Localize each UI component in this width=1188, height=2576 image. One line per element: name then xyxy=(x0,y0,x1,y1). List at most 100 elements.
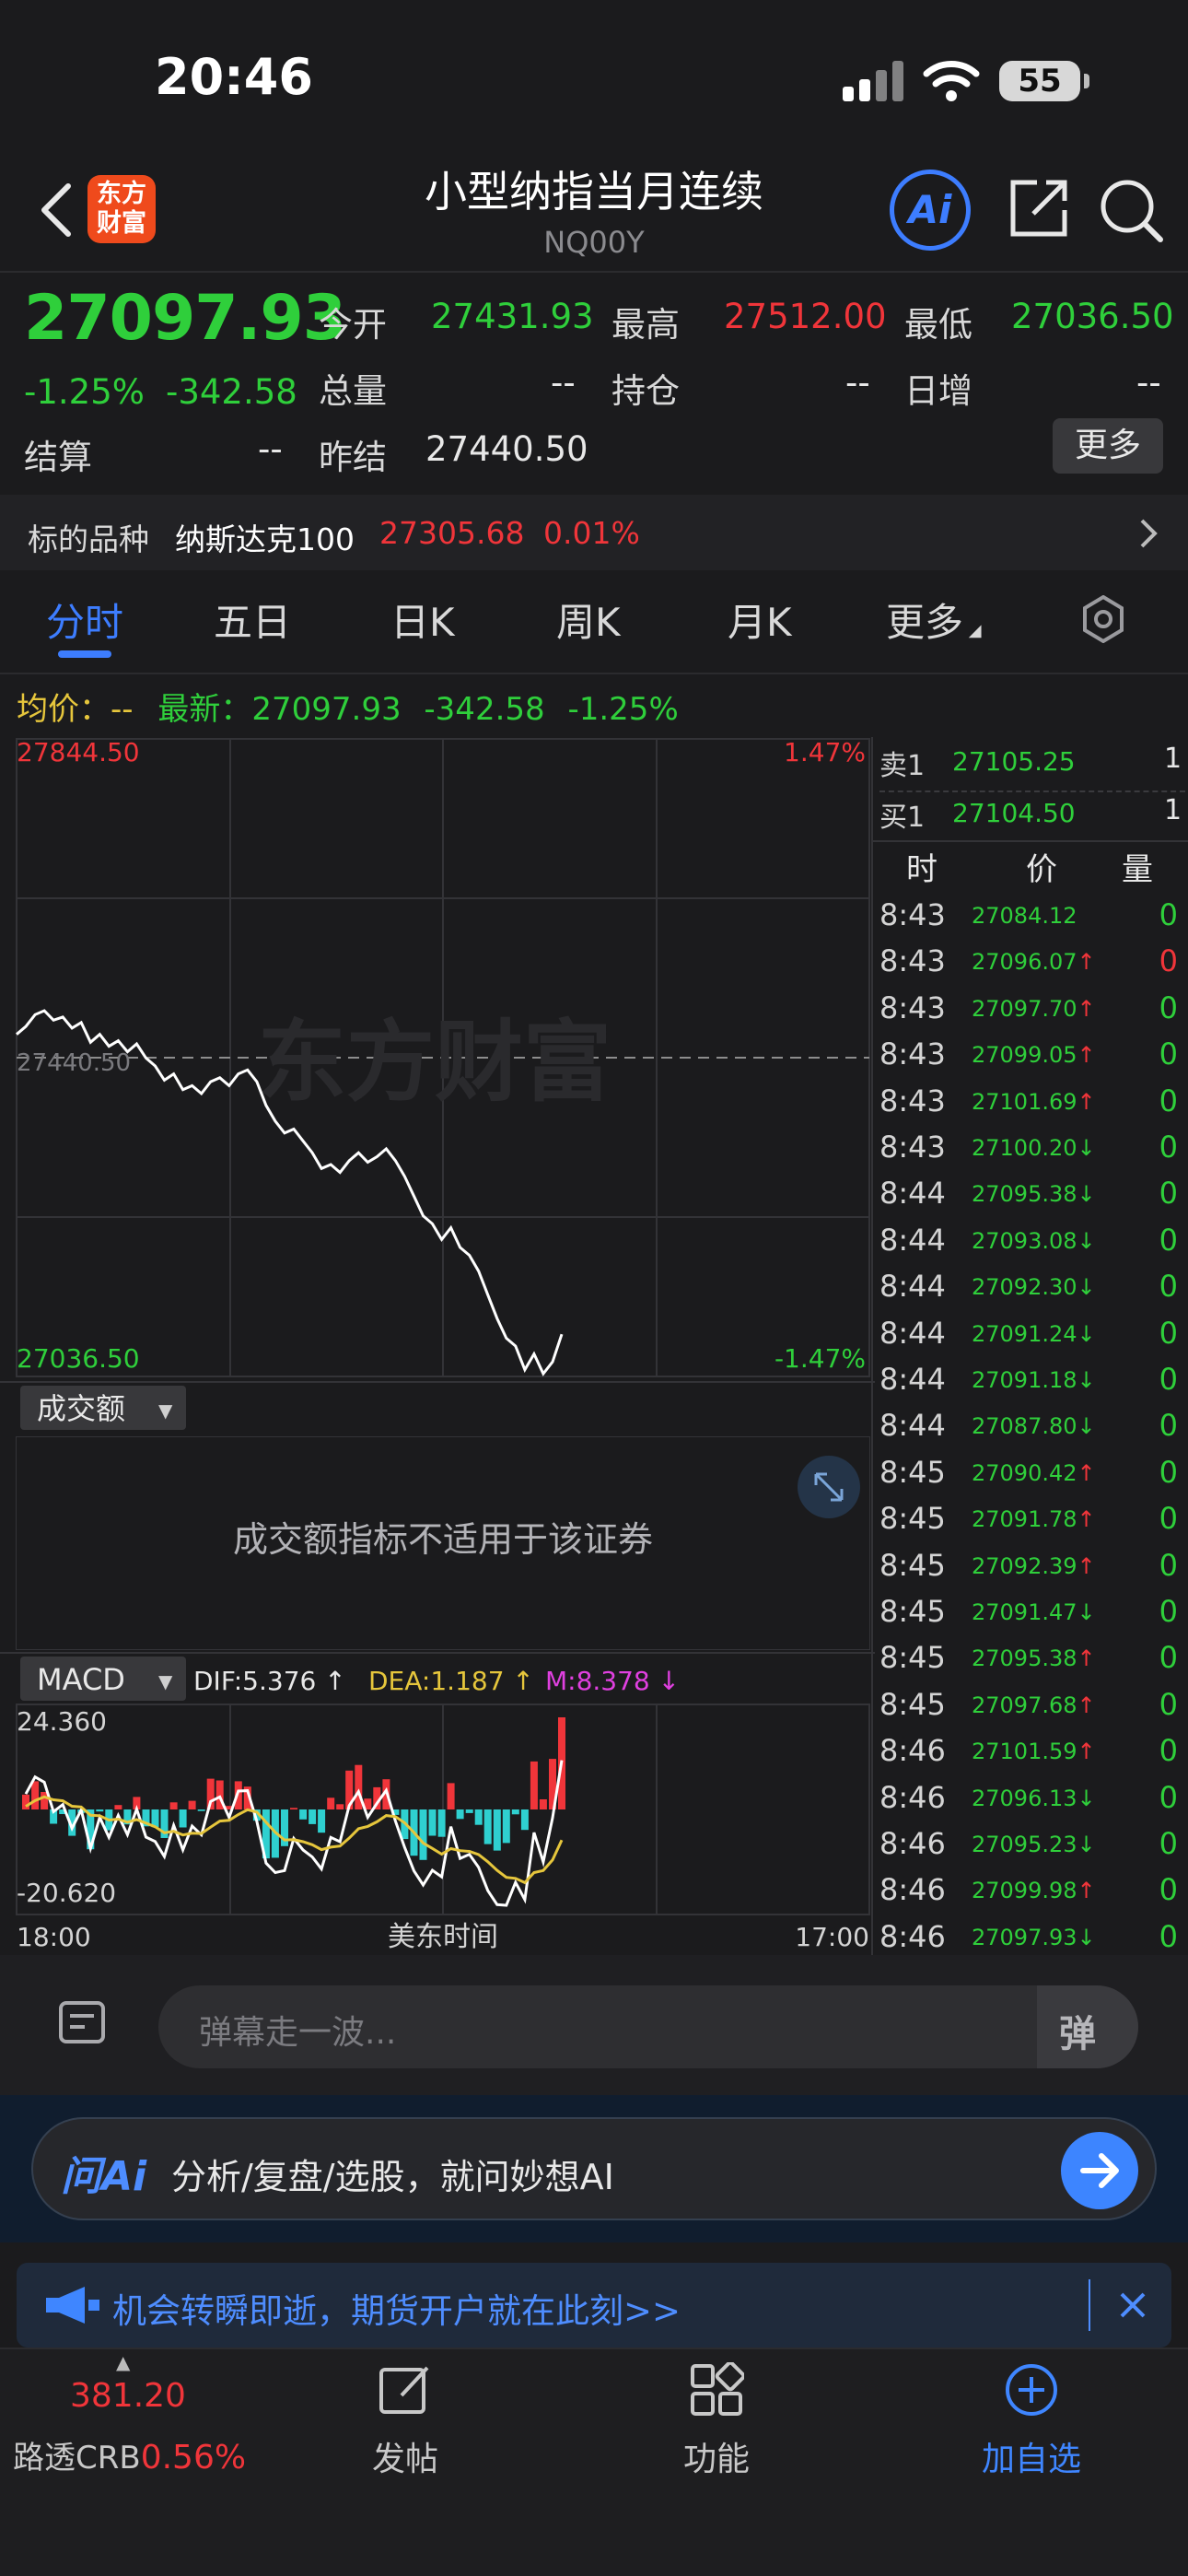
macd-bar xyxy=(336,1804,344,1809)
tick-time: 8:43 xyxy=(879,943,946,979)
tab-intraday[interactable]: 分时 xyxy=(46,591,123,648)
post-icon[interactable] xyxy=(378,2362,433,2418)
tick-row: 8:44 27091.18↓ 0 xyxy=(879,1356,1185,1402)
add-watchlist-icon[interactable] xyxy=(1004,2362,1059,2418)
ai-send-button[interactable] xyxy=(1061,2132,1138,2209)
index-ticker[interactable]: 路透CRB0.56% xyxy=(13,2432,246,2477)
macd-bar xyxy=(539,1799,547,1809)
tick-time: 8:45 xyxy=(879,1454,946,1490)
macd-bar xyxy=(483,1809,492,1844)
tick-volume: 0 xyxy=(1159,1362,1178,1397)
ticks-col-time: 时 xyxy=(906,851,938,888)
volume-message: 成交额指标不适用于该证券 xyxy=(233,1519,653,1560)
intraday-chart[interactable]: 东方财富 27844.50 1.47% 27440.50 27036.50 -1… xyxy=(0,733,875,1955)
tick-row: 8:44 27087.80↓ 0 xyxy=(879,1402,1185,1448)
tick-row: 8:43 27100.20↓ 0 xyxy=(879,1124,1185,1170)
tick-row: 8:46 27095.23↓ 0 xyxy=(879,1821,1185,1867)
share-icon[interactable] xyxy=(1006,175,1072,241)
settings-gear-icon[interactable] xyxy=(1079,595,1127,643)
high-value: 27512.00 xyxy=(724,297,887,336)
ai-ask-input[interactable]: 问Ai 分析/复盘/选股，就问妙想AI xyxy=(31,2117,1157,2220)
tick-volume: 0 xyxy=(1159,1315,1178,1351)
tick-volume: 0 xyxy=(1159,1594,1178,1629)
tick-price: 27092.39↑ xyxy=(972,1552,1096,1579)
arrow-right-icon xyxy=(1080,2153,1119,2188)
tick-price: 27093.08↓ xyxy=(972,1227,1096,1254)
tick-price: 27099.98↑ xyxy=(972,1878,1096,1904)
tick-price: 27097.93↓ xyxy=(972,1924,1096,1950)
close-icon[interactable] xyxy=(1116,2289,1149,2322)
megaphone-icon xyxy=(46,2287,99,2324)
tick-volume: 0 xyxy=(1159,1547,1178,1583)
function-label[interactable]: 功能 xyxy=(643,2432,790,2480)
search-icon[interactable] xyxy=(1096,175,1166,245)
status-time: 20:46 xyxy=(155,48,313,106)
ai-logo: 问Ai xyxy=(61,2153,147,2200)
daily-inc-label: 日增 xyxy=(904,371,973,411)
arrow-down-icon: ↓ xyxy=(1077,1924,1096,1950)
buy1-volume: 1 xyxy=(1164,794,1182,826)
macd-dea: DEA:1.187 ↑ xyxy=(368,1666,534,1696)
tab-five-day[interactable]: 五日 xyxy=(214,591,291,648)
notice-banner[interactable]: 机会转瞬即逝，期货开户就在此刻>> xyxy=(17,2263,1171,2348)
tick-price: 27090.42↑ xyxy=(972,1459,1096,1486)
sell1-price: 27105.25 xyxy=(952,746,1076,777)
tab-daily-k[interactable]: 日K xyxy=(390,591,455,648)
tick-price: 27097.70↑ xyxy=(972,995,1096,1022)
ai-button[interactable]: Ai xyxy=(890,170,971,251)
tick-volume: 0 xyxy=(1159,1176,1178,1212)
barrage-list-icon[interactable] xyxy=(57,1997,109,2049)
order-book-divider xyxy=(879,790,1185,792)
underlying-pct: 0.01% xyxy=(543,515,640,551)
tick-row: 8:45 27092.39↑ 0 xyxy=(879,1542,1185,1588)
tab-more[interactable]: 更多 ◢ xyxy=(886,591,982,648)
tick-time: 8:44 xyxy=(879,1222,946,1258)
volume-value: -- xyxy=(551,363,576,403)
arrow-down-icon: ↓ xyxy=(1077,1320,1096,1347)
tick-time: 8:46 xyxy=(879,1733,946,1769)
tick-price: 27101.69↑ xyxy=(972,1088,1096,1115)
tick-price: 27091.24↓ xyxy=(972,1320,1096,1347)
tick-volume: 0 xyxy=(1159,1036,1178,1072)
underlying-row[interactable]: 标的品种 纳斯达克100 27305.68 0.01% xyxy=(0,495,1188,570)
function-grid-icon[interactable] xyxy=(689,2362,744,2418)
tick-row: 8:46 27099.98↑ 0 xyxy=(879,1867,1185,1913)
macd-bar xyxy=(197,1809,205,1811)
signal-icon xyxy=(843,61,903,101)
tick-time: 8:46 xyxy=(879,1826,946,1861)
low-value: 27036.50 xyxy=(1011,297,1174,336)
tab-monthly-k[interactable]: 月K xyxy=(728,591,792,648)
caret-down-icon: ▼ xyxy=(158,1399,173,1422)
tick-volume: 0 xyxy=(1159,1222,1178,1258)
tick-price: 27092.30↓ xyxy=(972,1274,1096,1301)
barrage-toggle[interactable]: 弹 xyxy=(1037,1985,1138,2068)
tick-time: 8:44 xyxy=(879,1408,946,1444)
tick-price: 27096.07↑ xyxy=(972,949,1096,976)
underlying-label: 标的品种 xyxy=(28,521,149,557)
tick-time: 8:44 xyxy=(879,1362,946,1397)
tick-row: 8:44 27093.08↓ 0 xyxy=(879,1217,1185,1263)
ticks-col-volume: 量 xyxy=(1122,851,1153,888)
tick-time: 8:45 xyxy=(879,1501,946,1537)
expand-icon[interactable] xyxy=(798,1456,860,1518)
barrage-input[interactable]: 弹幕走一波... 弹 xyxy=(158,1985,1138,2068)
sell1-volume: 1 xyxy=(1164,743,1182,775)
arrow-down-icon: ↓ xyxy=(1077,1785,1096,1811)
macd-high-label: 24.360 xyxy=(17,1706,107,1737)
arrow-up-icon: ↑ xyxy=(1077,1042,1096,1069)
post-label[interactable]: 发帖 xyxy=(332,2432,479,2480)
tick-volume: 0 xyxy=(1159,1083,1178,1118)
arrow-down-icon: ↓ xyxy=(1077,1227,1096,1254)
arrow-down-icon: ↓ xyxy=(1077,1135,1096,1161)
tab-weekly-k[interactable]: 周K xyxy=(556,591,621,648)
more-button[interactable]: 更多 xyxy=(1053,418,1163,474)
daily-inc-value: -- xyxy=(1136,363,1161,403)
chevron-right-icon xyxy=(1140,519,1158,548)
notice-divider xyxy=(1089,2279,1090,2331)
price-high-label: 27844.50 xyxy=(17,737,140,767)
add-watchlist-label[interactable]: 加自选 xyxy=(958,2432,1105,2480)
macd-bar xyxy=(299,1809,308,1820)
barrage-placeholder: 弹幕走一波... xyxy=(199,2014,397,2052)
open-label: 今开 xyxy=(319,305,387,345)
watermark: 东方财富 xyxy=(258,1011,611,1114)
